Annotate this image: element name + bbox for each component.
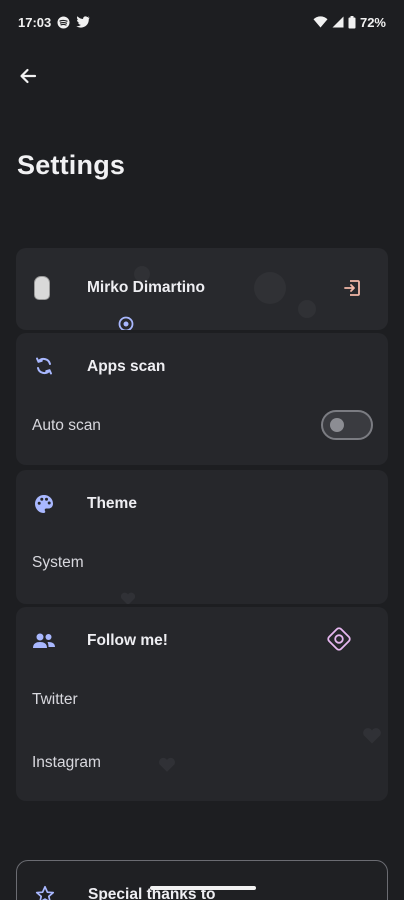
- follow-item-label: Instagram: [32, 754, 101, 771]
- auto-scan-label: Auto scan: [32, 417, 101, 434]
- wifi-icon: [313, 16, 328, 28]
- decor-bubble: [298, 300, 316, 318]
- profile-name: Mirko Dimartino: [87, 279, 205, 296]
- status-time: 17:03: [18, 14, 52, 30]
- follow-item-label: Twitter: [32, 691, 78, 708]
- back-button[interactable]: [14, 62, 42, 90]
- logout-icon: [344, 280, 360, 296]
- logout-button[interactable]: [340, 276, 364, 300]
- decor-bubble: [254, 272, 286, 304]
- theme-title: Theme: [87, 495, 137, 512]
- status-bar: 17:03 72%: [0, 0, 404, 44]
- signal-icon: [332, 16, 344, 28]
- follow-item-instagram[interactable]: Instagram: [16, 738, 388, 788]
- theme-value: System: [32, 554, 84, 571]
- sync-icon: [32, 354, 56, 378]
- twitter-status-icon: [76, 16, 90, 28]
- target-icon: [118, 316, 134, 330]
- spotify-icon: [57, 16, 70, 29]
- avatar[interactable]: [34, 276, 50, 300]
- status-left: 17:03: [18, 15, 90, 30]
- target-icon: [327, 627, 351, 651]
- battery-icon: [348, 15, 356, 29]
- follow-title: Follow me!: [87, 632, 168, 649]
- arrow-left-icon: [20, 68, 37, 84]
- auto-scan-toggle[interactable]: [321, 410, 373, 440]
- heart-decor-icon: [362, 727, 382, 750]
- home-indicator[interactable]: [150, 886, 256, 890]
- status-right: 72%: [313, 15, 386, 30]
- heart-decor-icon: [120, 592, 136, 604]
- theme-selector[interactable]: System: [16, 538, 388, 588]
- battery-percent: 72%: [359, 14, 386, 30]
- apps-scan-title: Apps scan: [87, 358, 166, 375]
- follow-target-button[interactable]: [324, 624, 354, 654]
- theme-card: Theme System: [16, 470, 388, 604]
- star-outline-icon: [33, 883, 57, 900]
- profile-card: Mirko Dimartino: [16, 248, 388, 330]
- heart-decor-icon: [158, 757, 176, 778]
- settings-screen: 17:03 72% Settings Mirko Dimartino Apps …: [0, 0, 404, 900]
- people-icon: [32, 629, 56, 653]
- palette-icon: [32, 492, 56, 516]
- apps-scan-card: Apps scan Auto scan: [16, 333, 388, 465]
- follow-item-twitter[interactable]: Twitter: [16, 675, 388, 725]
- follow-card: Follow me! Twitter Instagram: [16, 607, 388, 801]
- thanks-card[interactable]: Special thanks to: [16, 860, 388, 900]
- page-title: Settings: [17, 150, 126, 180]
- toggle-knob: [330, 418, 344, 432]
